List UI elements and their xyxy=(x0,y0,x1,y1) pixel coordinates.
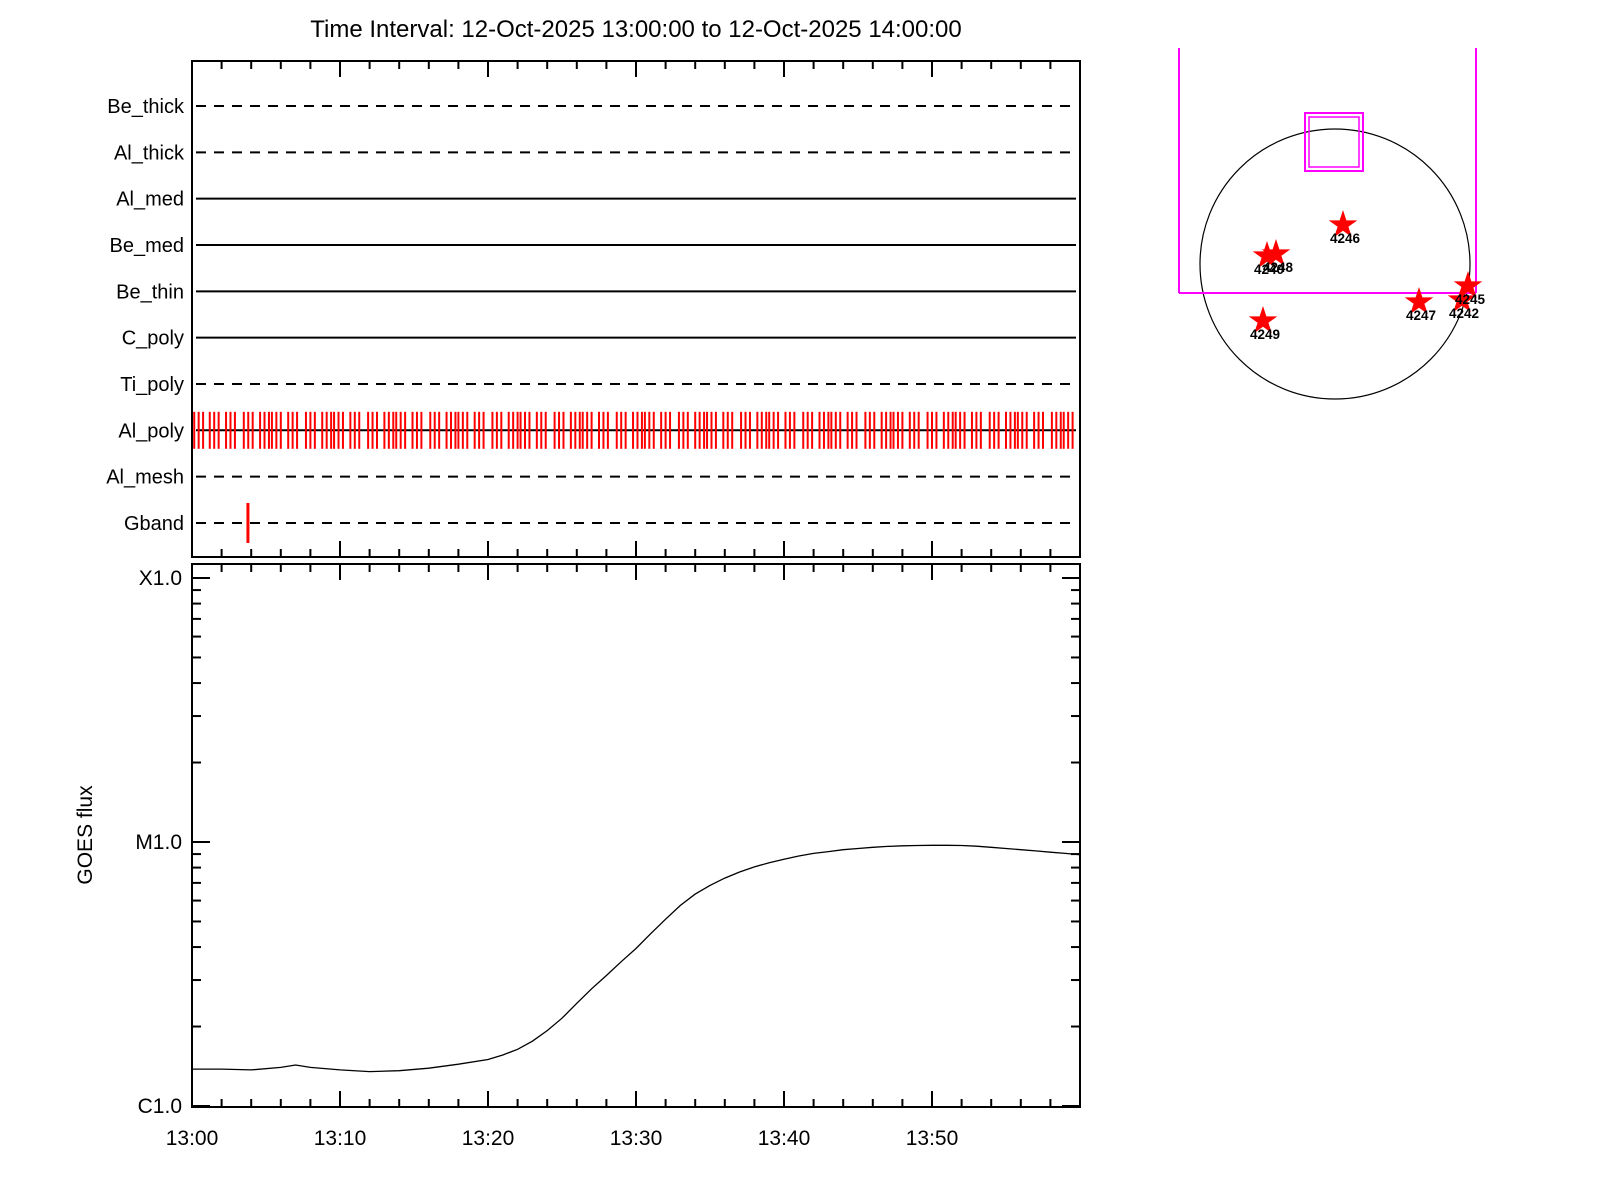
ar-label-4246: 4246 xyxy=(1330,231,1361,246)
goes-xtick-13:00: 13:00 xyxy=(166,1127,219,1150)
ar-label-4248: 4248 xyxy=(1263,260,1294,275)
goes-xtick-13:50: 13:50 xyxy=(906,1127,959,1150)
ar-label-4247: 4247 xyxy=(1406,308,1436,323)
goes-xtick-13:20: 13:20 xyxy=(462,1127,515,1150)
goes-xtick-13:10: 13:10 xyxy=(314,1127,367,1150)
goes-xtick-13:30: 13:30 xyxy=(610,1127,663,1150)
sun-map: 42464240424842494247 42424245 xyxy=(1178,48,1486,400)
ar-label-4242: 4242 xyxy=(1449,306,1479,321)
goes-ytick-M1.0: M1.0 xyxy=(135,831,182,854)
channel-label-C_poly: C_poly xyxy=(122,328,184,350)
channel-label-Al_thick: Al_thick xyxy=(114,142,185,164)
goes-y-ticks xyxy=(192,577,1080,1107)
channel-row-Be_thin: Be_thin xyxy=(116,281,1076,303)
channel-row-Al_thick: Al_thick xyxy=(114,142,1076,164)
channel-label-Be_thick: Be_thick xyxy=(107,96,185,118)
channel-row-C_poly: C_poly xyxy=(122,328,1076,350)
channel-row-Be_thick: Be_thick xyxy=(107,96,1076,118)
plot-svg: Be_thick Al_thick Al_med Be_med Be_thin C_pol… xyxy=(74,48,1486,1150)
channel-label-Be_med: Be_med xyxy=(110,235,185,257)
channel-row-Al_med: Al_med xyxy=(116,189,1076,211)
channel-row-Be_med: Be_med xyxy=(110,235,1076,257)
fov-box-inner xyxy=(1308,116,1360,168)
goes-flux-curve xyxy=(192,844,1081,1073)
goes-ytick-X1.0: X1.0 xyxy=(139,567,182,590)
solar-limb-circle xyxy=(1199,128,1471,400)
xrt-flare-catalog-plot: Time Interval: 12-Oct-2025 13:00:00 to 1… xyxy=(0,0,1600,1200)
time-axis-ticks xyxy=(191,61,1081,1107)
timeline-panel-frame xyxy=(191,60,1081,558)
channel-label-Al_mesh: Al_mesh xyxy=(106,467,184,489)
channel-label-Al_med: Al_med xyxy=(116,189,184,211)
goes-panel-frame xyxy=(191,563,1081,1108)
channel-row-Al_poly: Al_poly xyxy=(118,411,1076,449)
active-region-labels: 42464240424842494247 42424245 xyxy=(1250,231,1486,342)
goes-xtick-13:40: 13:40 xyxy=(758,1127,811,1150)
fov-outline xyxy=(1178,48,1477,294)
fov-box-outer xyxy=(1304,112,1364,172)
channel-label-Al_poly: Al_poly xyxy=(118,420,184,442)
panel-frames xyxy=(191,60,1081,1108)
timeline-channels: Be_thick Al_thick Al_med Be_med Be_thin C_pol… xyxy=(106,96,1076,543)
goes-ylabel: GOES flux xyxy=(74,785,97,885)
ar-label-4249: 4249 xyxy=(1250,327,1280,342)
channel-row-Al_mesh: Al_mesh xyxy=(106,467,1076,489)
channel-label-Be_thin: Be_thin xyxy=(116,281,184,303)
goes-ytick-C1.0: C1.0 xyxy=(138,1095,182,1118)
channel-label-Ti_poly: Ti_poly xyxy=(120,374,184,396)
channel-row-Ti_poly: Ti_poly xyxy=(120,374,1076,396)
channel-label-Gband: Gband xyxy=(124,513,184,535)
channel-row-Gband: Gband xyxy=(124,502,1076,543)
ar-label-4245: 4245 xyxy=(1455,292,1486,307)
goes-x-labels: 13:00 13:10 13:20 13:30 13:40 13:50 xyxy=(166,1127,959,1150)
